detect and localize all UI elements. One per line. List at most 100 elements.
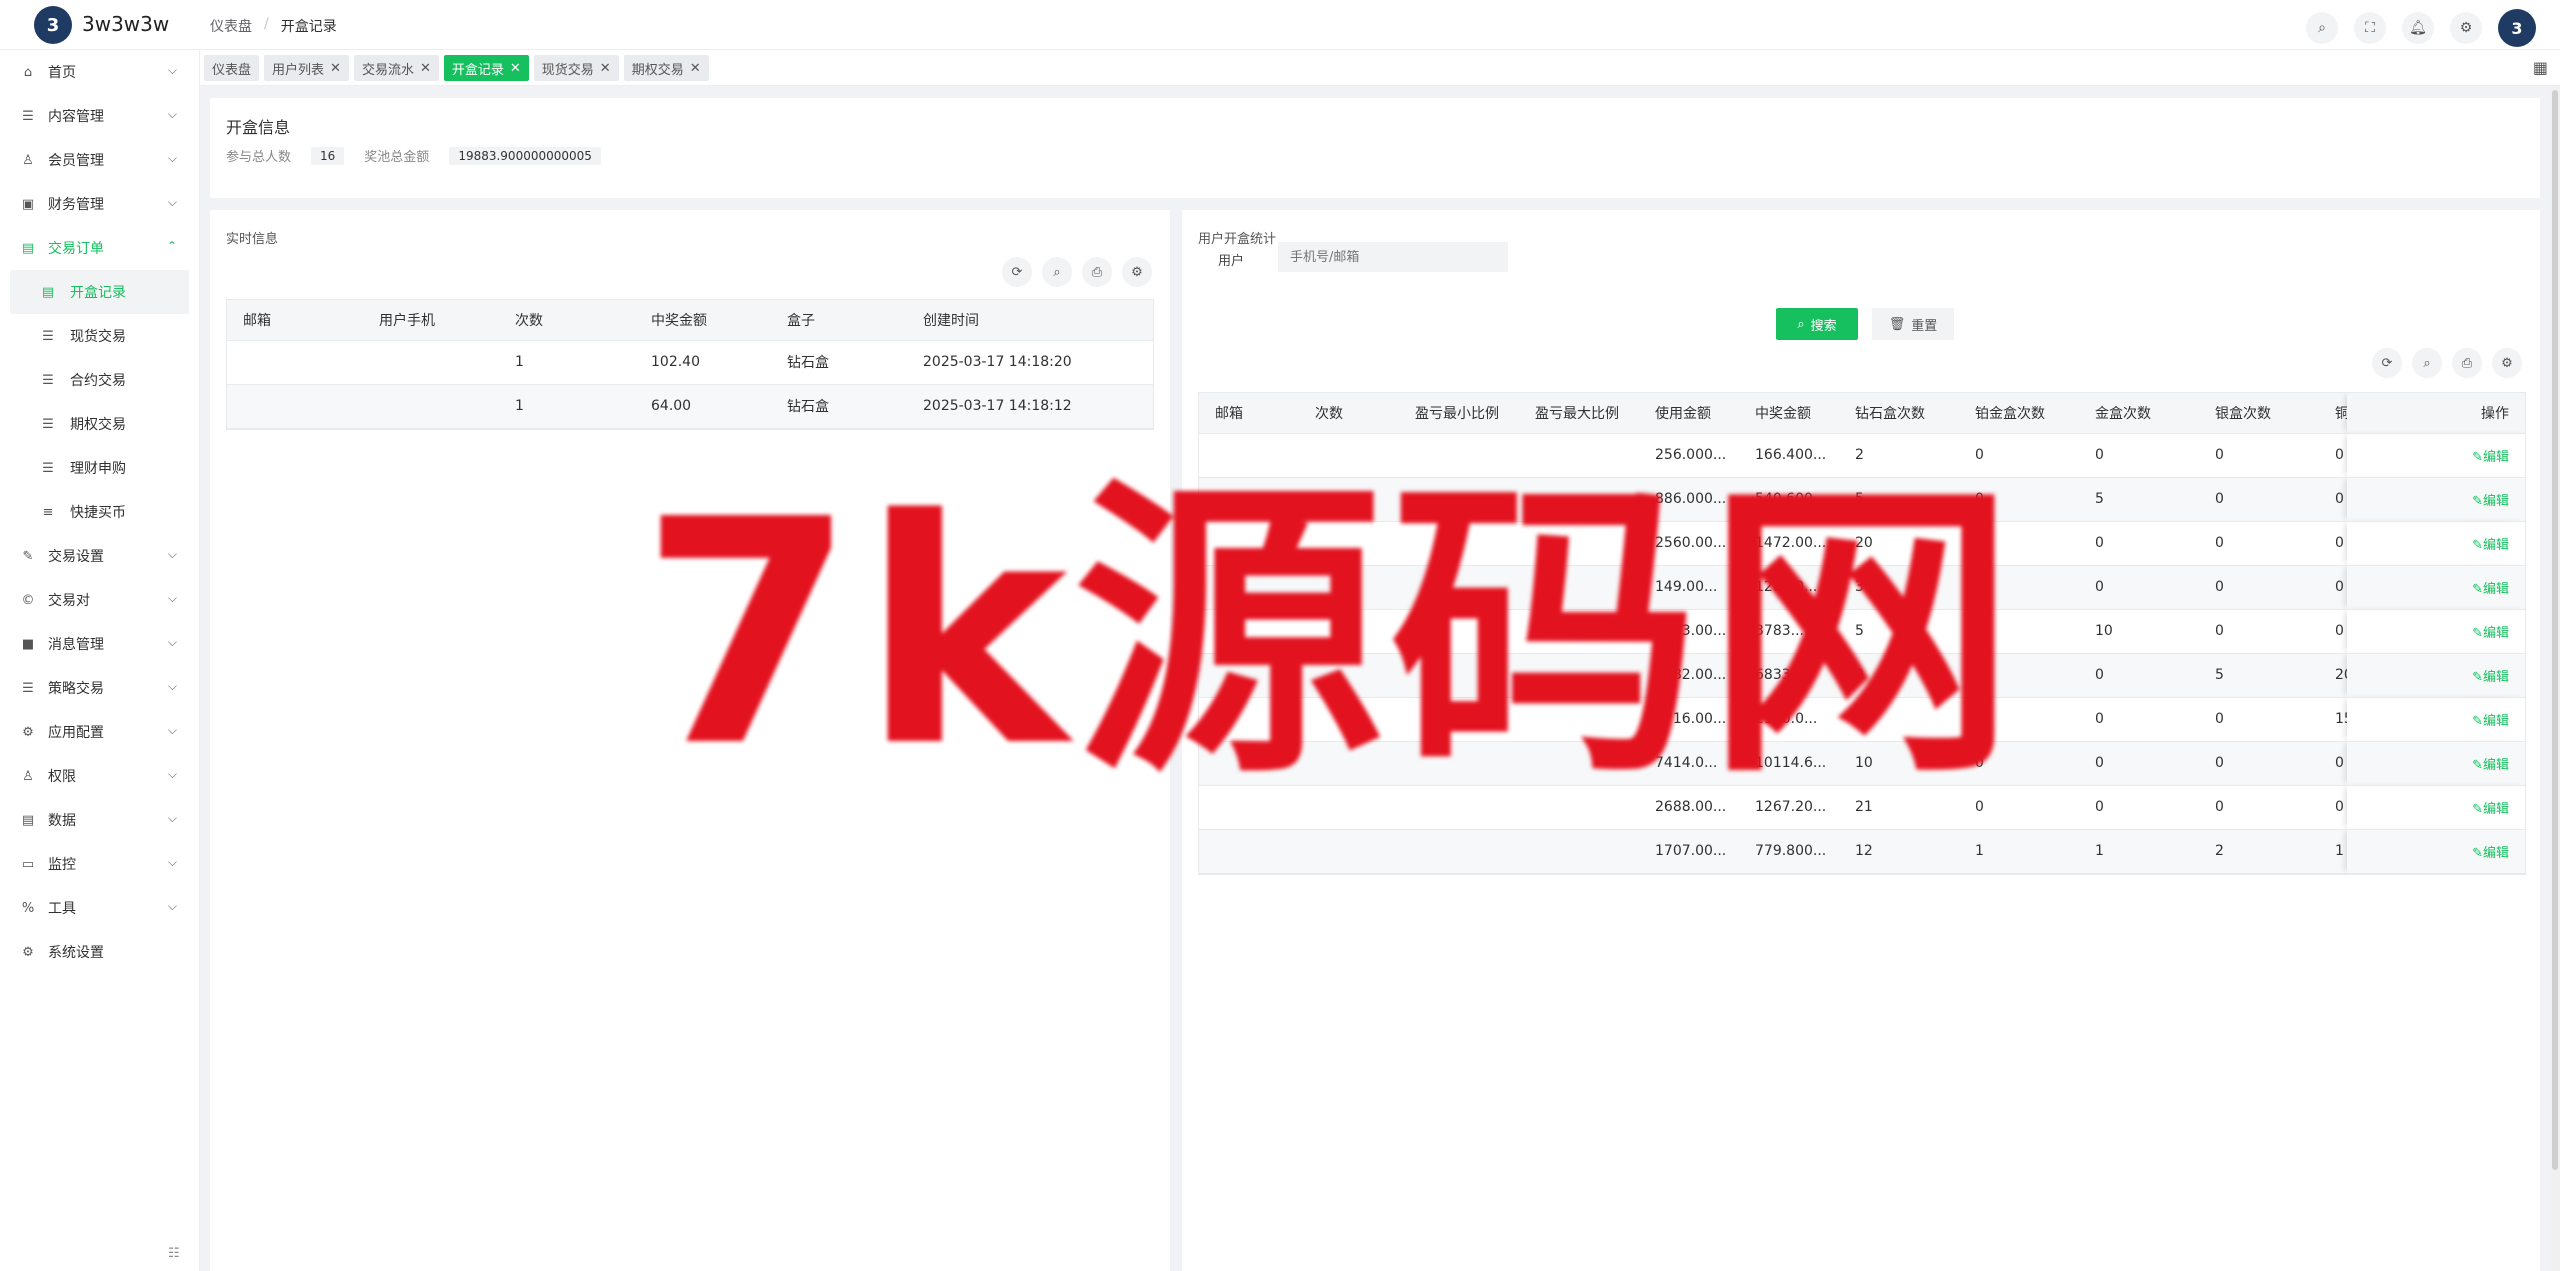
refresh-icon[interactable]: ⟳ [2372, 348, 2402, 378]
column-header[interactable]: 中奖金额 [635, 300, 771, 341]
column-header[interactable]: 创建时间 [907, 300, 1153, 341]
settings-icon[interactable]: ⚙ [2492, 348, 2522, 378]
search-icon[interactable]: ⌕ [2412, 348, 2442, 378]
list-icon: ☰ [42, 328, 54, 344]
sidebar-item-system-settings[interactable]: ⚙ 系统设置 [0, 930, 199, 974]
sidebar-item-orders[interactable]: ▤ 交易订单 ⌃ [0, 226, 199, 270]
pool-label: 奖池总金额 [364, 150, 430, 165]
chevron-down-icon: ⌵ [167, 195, 177, 209]
logo[interactable]: 3 [34, 6, 72, 44]
table-row[interactable]: 1707.00... 779.800... 12 1 1 2 1 ✎编辑 [1199, 829, 2525, 874]
column-header[interactable]: 盒子 [771, 300, 907, 341]
tab-user-list[interactable]: 用户列表 ✕ [264, 55, 349, 81]
page-scrollbar-thumb[interactable] [2552, 90, 2558, 1170]
edit-button[interactable]: ✎编辑 [2472, 758, 2509, 773]
print-icon[interactable]: ⎙ [2452, 348, 2482, 378]
edit-button[interactable]: ✎编辑 [2472, 582, 2509, 597]
sidebar-item-strategy[interactable]: ☰ 策略交易 ⌵ [0, 666, 199, 710]
search-button[interactable]: ⌕ 搜索 [1776, 308, 1858, 340]
table-row[interactable]: 1 102.40 钻石盒 2025-03-17 14:18:20 [227, 340, 1153, 385]
edit-button[interactable]: ✎编辑 [2472, 802, 2509, 817]
reset-button-label: 重置 [1911, 318, 1938, 334]
column-header[interactable]: 中奖金额 [1739, 393, 1839, 434]
list-icon: ☰ [42, 416, 54, 432]
sidebar-item-app-config[interactable]: ⚙ 应用配置 ⌵ [0, 710, 199, 754]
tab-trade-flow[interactable]: 交易流水 ✕ [353, 55, 439, 81]
edit-label: 编辑 [2482, 845, 2509, 861]
table-cell: 0 [2199, 521, 2319, 566]
search-icon[interactable]: ⌕ [1042, 257, 1072, 287]
sidebar-item-permissions[interactable]: ♙ 权限 ⌵ [0, 754, 199, 798]
column-header[interactable]: 次数 [499, 300, 635, 341]
tab-box-records[interactable]: 开盒记录 ✕ [443, 55, 529, 81]
sidebar-item-tools[interactable]: % 工具 ⌵ [0, 886, 199, 930]
tab-label: 现货交易 [541, 62, 594, 78]
collapse-sidebar-icon[interactable]: ☷ [168, 1246, 180, 1261]
column-header[interactable]: 邮箱 [227, 300, 363, 341]
sidebar-subitem-options[interactable]: ☰ 期权交易 [0, 402, 199, 446]
close-icon[interactable]: ✕ [420, 61, 431, 76]
sidebar-item-home[interactable]: ⌂ 首页 ⌵ [0, 50, 199, 94]
config-icon: ⚙ [22, 724, 34, 740]
sidebar-subitem-label: 理财申购 [70, 461, 126, 477]
search-icon[interactable]: ⌕ [2306, 12, 2338, 44]
column-header[interactable]: 盈亏最小比例 [1399, 393, 1519, 434]
column-header[interactable]: 铂金盒次数 [1959, 393, 2079, 434]
sidebar-subitem-spot[interactable]: ☰ 现货交易 [0, 314, 199, 358]
grid-menu-icon[interactable]: ▦ [2533, 58, 2548, 77]
avatar[interactable]: 3 [2498, 9, 2536, 47]
sidebar-item-label: 监控 [48, 857, 76, 873]
column-header[interactable]: 使用金额 [1639, 393, 1739, 434]
column-header[interactable]: 用户手机 [363, 300, 499, 341]
table-cell: 0 [2199, 609, 2319, 654]
column-header[interactable]: 次数 [1299, 393, 1399, 434]
edit-button[interactable]: ✎编辑 [2472, 538, 2509, 553]
gear-icon[interactable]: ⚙ [2450, 12, 2482, 44]
tab-spot-trade[interactable]: 现货交易 ✕ [533, 55, 619, 81]
table-row[interactable]: 1 64.00 钻石盒 2025-03-17 14:18:12 [227, 384, 1153, 429]
sidebar-subitem-quick-buy[interactable]: ≡ 快捷买币 [0, 490, 199, 534]
edit-button[interactable]: ✎编辑 [2472, 714, 2509, 729]
edit-button[interactable]: ✎编辑 [2472, 494, 2509, 509]
monitor-icon: ▭ [21, 856, 35, 872]
chevron-down-icon: ⌵ [167, 811, 177, 825]
breadcrumb-dashboard[interactable]: 仪表盘 [210, 16, 252, 36]
tab-options-trade[interactable]: 期权交易 ✕ [623, 55, 709, 81]
print-icon[interactable]: ⎙ [1082, 257, 1112, 287]
column-header[interactable]: 金盒次数 [2079, 393, 2199, 434]
edit-button[interactable]: ✎编辑 [2472, 670, 2509, 685]
user-search-input[interactable] [1278, 242, 1508, 272]
sidebar-subitem-contract[interactable]: ☰ 合约交易 [0, 358, 199, 402]
close-icon[interactable]: ✕ [510, 61, 521, 76]
column-header[interactable]: 盈亏最大比例 [1519, 393, 1639, 434]
close-icon[interactable]: ✕ [690, 61, 701, 76]
sidebar-subitem-box-records[interactable]: ▤ 开盒记录 [10, 270, 189, 314]
column-header[interactable]: 钻石盒次数 [1839, 393, 1959, 434]
column-header[interactable]: 铜盒 [2319, 393, 2347, 434]
refresh-icon[interactable]: ⟳ [1002, 257, 1032, 287]
close-icon[interactable]: ✕ [600, 61, 611, 76]
sidebar-item-pairs[interactable]: © 交易对 ⌵ [0, 578, 199, 622]
sidebar-item-finance[interactable]: ▣ 财务管理 ⌵ [0, 182, 199, 226]
sidebar-subitem-label: 合约交易 [70, 373, 126, 389]
bell-icon[interactable]: 🔔︎ [2402, 12, 2434, 44]
close-icon[interactable]: ✕ [330, 61, 341, 76]
reset-button[interactable]: 🗑︎ 重置 [1872, 308, 1954, 340]
fullscreen-icon[interactable]: ⛶ [2354, 12, 2386, 44]
user-lock-icon: ♙ [22, 768, 34, 784]
sidebar-item-monitor[interactable]: ▭ 监控 ⌵ [0, 842, 199, 886]
sidebar-item-trade-settings[interactable]: ✎ 交易设置 ⌵ [0, 534, 199, 578]
settings-icon[interactable]: ⚙ [1122, 257, 1152, 287]
column-header[interactable]: 邮箱 [1199, 393, 1299, 434]
column-header[interactable]: 银盒次数 [2199, 393, 2319, 434]
sidebar-item-content[interactable]: ☰ 内容管理 ⌵ [0, 94, 199, 138]
sidebar-subitem-wealth[interactable]: ☰ 理财申购 [0, 446, 199, 490]
edit-button[interactable]: ✎编辑 [2472, 626, 2509, 641]
edit-button[interactable]: ✎编辑 [2472, 846, 2509, 861]
edit-button[interactable]: ✎编辑 [2472, 450, 2509, 465]
sidebar-item-messages[interactable]: ■ 消息管理 ⌵ [0, 622, 199, 666]
sidebar-item-data[interactable]: ▤ 数据 ⌵ [0, 798, 199, 842]
table-cell: 0 [2199, 785, 2319, 830]
tab-dashboard[interactable]: 仪表盘 [204, 55, 260, 81]
sidebar-item-members[interactable]: ♙ 会员管理 ⌵ [0, 138, 199, 182]
